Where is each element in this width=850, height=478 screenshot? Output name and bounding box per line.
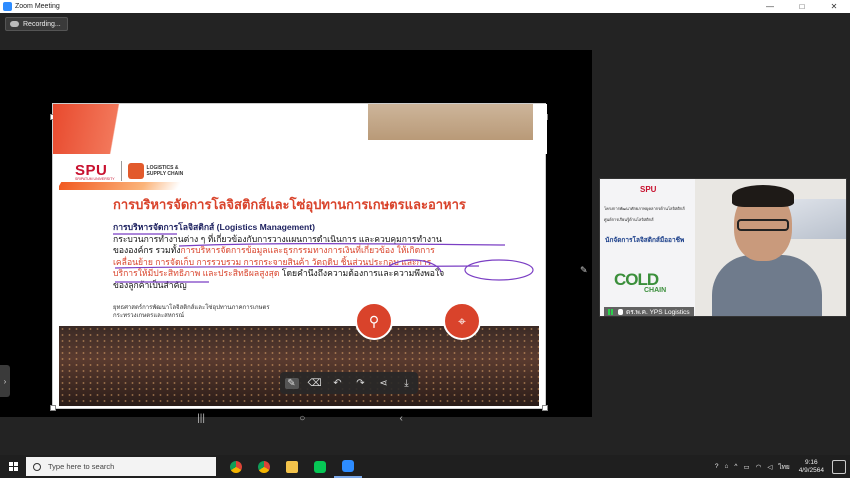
pen-cursor-icon: ✎ [580,265,588,275]
file-explorer-taskbar-button[interactable] [278,455,306,478]
side-panel-toggle[interactable]: › [0,365,10,397]
body-line: กระบวนการทำงานต่าง ๆ ที่เกี่ยวข้องกับการ… [113,233,442,244]
recents-button[interactable]: ||| [197,413,205,424]
line-icon [314,460,326,473]
title-bar: Zoom Meeting — □ ✕ [0,0,850,13]
slide-title: การบริหารจัดการโลจิสติกส์และโซ่อุปทานการ… [113,197,466,212]
shared-screen: SPU SRIPATUM UNIVERSITY LOGISTICS & SUPP… [0,50,592,417]
search-icon [33,462,41,471]
spu-logo-sub: SRIPATUM UNIVERSITY [75,176,115,181]
windows-taskbar: Type here to search ? ⌂ ^ ▭ ◠ ◁ ไทย 9:16… [0,455,850,478]
slide-content: SPU SRIPATUM UNIVERSITY LOGISTICS & SUPP… [59,154,539,406]
participant-person [712,185,822,316]
cloud-icon [10,21,19,27]
zoom-meeting-area: Recording... SPU SRIPATUM UNIVERSITY LOG… [0,13,850,455]
language-indicator[interactable]: ไทย [778,462,789,472]
video-small-text: โครงการพัฒนาศักยภาพบุคลากรด้านโลจิสติกส์ [604,206,685,211]
clock[interactable]: 9:16 4/9/2564 [799,459,824,475]
flowchart-icon: ⌖ [443,302,481,340]
save-button[interactable]: ⤓ [400,378,414,389]
decorative-orange-band [59,182,182,190]
battery-icon[interactable]: ▭ [743,463,749,471]
logo-divider [120,161,122,181]
pen-tool-button[interactable]: ✎ [284,377,299,389]
body-text: โดยคำนึงถึงความต้องการและความพึงพอใจ [279,268,445,279]
mic-icon [618,309,623,315]
highlight-text: บริการให้มีประสิทธิภาพ และประสิทธิผลสูงส… [113,268,280,279]
window-title: Zoom Meeting [15,3,60,10]
maximize-button[interactable]: □ [786,2,818,11]
person-glasses [737,219,789,231]
taskbar-search[interactable]: Type here to search [26,457,216,476]
resize-handle[interactable] [542,405,548,411]
video-small-text: ศูนย์การเรียนรู้ด้านโลจิสติกส์ [604,217,654,222]
pinned-apps [222,455,362,478]
slide-header-photo [53,104,547,154]
cold-chain-logo-sub: CHAIN [644,287,667,294]
footnote-line: ยุทธศาสตร์การพัฒนาโลจิสติกส์และโซ่อุปทาน… [113,305,270,311]
header-photo [368,104,533,140]
slide-footnote: ยุทธศาสตร์การพัฒนาโลจิสติกส์และโซ่อุปทาน… [113,304,270,320]
virtual-background-panel: SPU โครงการพัฒนาศักยภาพบุคลากรด้านโลจิสต… [600,179,695,316]
body-line: ของลูกค้าเป็นสำคัญ [113,279,187,290]
resize-handle[interactable] [50,405,56,411]
minimize-button[interactable]: — [754,2,786,11]
back-button[interactable]: ‹ [400,413,403,424]
decorative-red-strip [53,104,163,154]
logistics-logo-text: LOGISTICS & SUPPLY CHAIN [147,165,184,177]
start-button[interactable] [0,455,26,478]
logistics-logo-icon [127,163,144,179]
slide-frame: SPU SRIPATUM UNIVERSITY LOGISTICS & SUPP… [50,103,548,411]
recording-indicator[interactable]: Recording... [5,17,68,31]
person-hair [732,185,794,207]
share-button[interactable]: ⋖ [377,378,391,389]
annotation-toolbar: ✎ ⌫ ↶ ↷ ⋖ ⤓ [280,372,418,394]
wifi-icon[interactable]: ◠ [756,463,762,471]
close-button[interactable]: ✕ [818,2,850,11]
search-placeholder: Type here to search [48,462,115,471]
system-tray: ? ⌂ ^ ▭ ◠ ◁ ไทย 9:16 4/9/2564 [712,459,850,475]
redo-button[interactable]: ↷ [354,378,368,389]
body-line: ขององค์กร รวมทั้งการบริหารจัดการข้อมูลแล… [113,245,513,257]
recording-label: Recording... [23,20,61,28]
folder-icon [286,460,298,473]
volume-icon[interactable]: ◁ [767,463,772,471]
slide-logos: SPU SRIPATUM UNIVERSITY LOGISTICS & SUPP… [75,161,183,181]
participant-name-label: ดร.พ.ค. YPS Logistics [604,307,694,316]
chrome-icon [258,460,270,473]
notification-icon[interactable] [832,459,846,474]
zoom-taskbar-button[interactable] [334,455,362,478]
body-line: เคลื่อนย้าย การจัดเก็บ การรวบรวม การกระจ… [113,256,432,267]
slide-heading: การบริหารจัดการโลจิสติกส์ (Logistics Man… [113,222,316,232]
zoom-icon [342,459,354,472]
video-spu-logo: SPU [640,185,657,194]
participant-name: ดร.พ.ค. YPS Logistics [626,309,690,316]
chevron-up-icon[interactable]: ^ [734,463,737,470]
body-text: ขององค์กร รวมทั้ง [113,245,181,256]
video-course-title: นักจัดการโลจิสติกส์มืออาชีพ [605,237,685,244]
person-body [712,255,822,316]
chrome-taskbar-button[interactable] [222,455,250,478]
analytics-search-icon: ⚲ [355,302,393,340]
footnote-line: กระทรวงเกษตรและสหกรณ์ [113,313,185,319]
highlight-text: การบริหารจัดการข้อมูลและธุรกรรมทางการเงิ… [180,245,435,256]
eraser-button[interactable]: ⌫ [308,378,322,389]
undo-button[interactable]: ↶ [331,378,345,389]
help-icon[interactable]: ? [715,463,719,470]
network-icon[interactable]: ⌂ [724,463,728,470]
logistics-logo-line2: SUPPLY CHAIN [146,171,184,177]
body-line: บริการให้มีประสิทธิภาพ และประสิทธิผลสูงส… [113,268,513,280]
signal-icon [608,309,615,315]
chrome-icon [230,460,242,473]
zoom-app-icon [3,2,12,11]
slide-body: การบริหารจัดการโลจิสติกส์ (Logistics Man… [113,222,513,292]
android-nav-bar: ||| ○ ‹ [150,411,450,425]
home-button[interactable]: ○ [299,413,305,424]
clock-time: 9:16 [805,458,818,466]
participant-video[interactable]: SPU โครงการพัฒนาศักยภาพบุคลากรด้านโลจิสต… [599,178,847,317]
clock-date: 4/9/2564 [798,466,824,474]
line-taskbar-button[interactable] [306,455,334,478]
chrome-taskbar-button-2[interactable] [250,455,278,478]
windows-icon [8,462,18,471]
